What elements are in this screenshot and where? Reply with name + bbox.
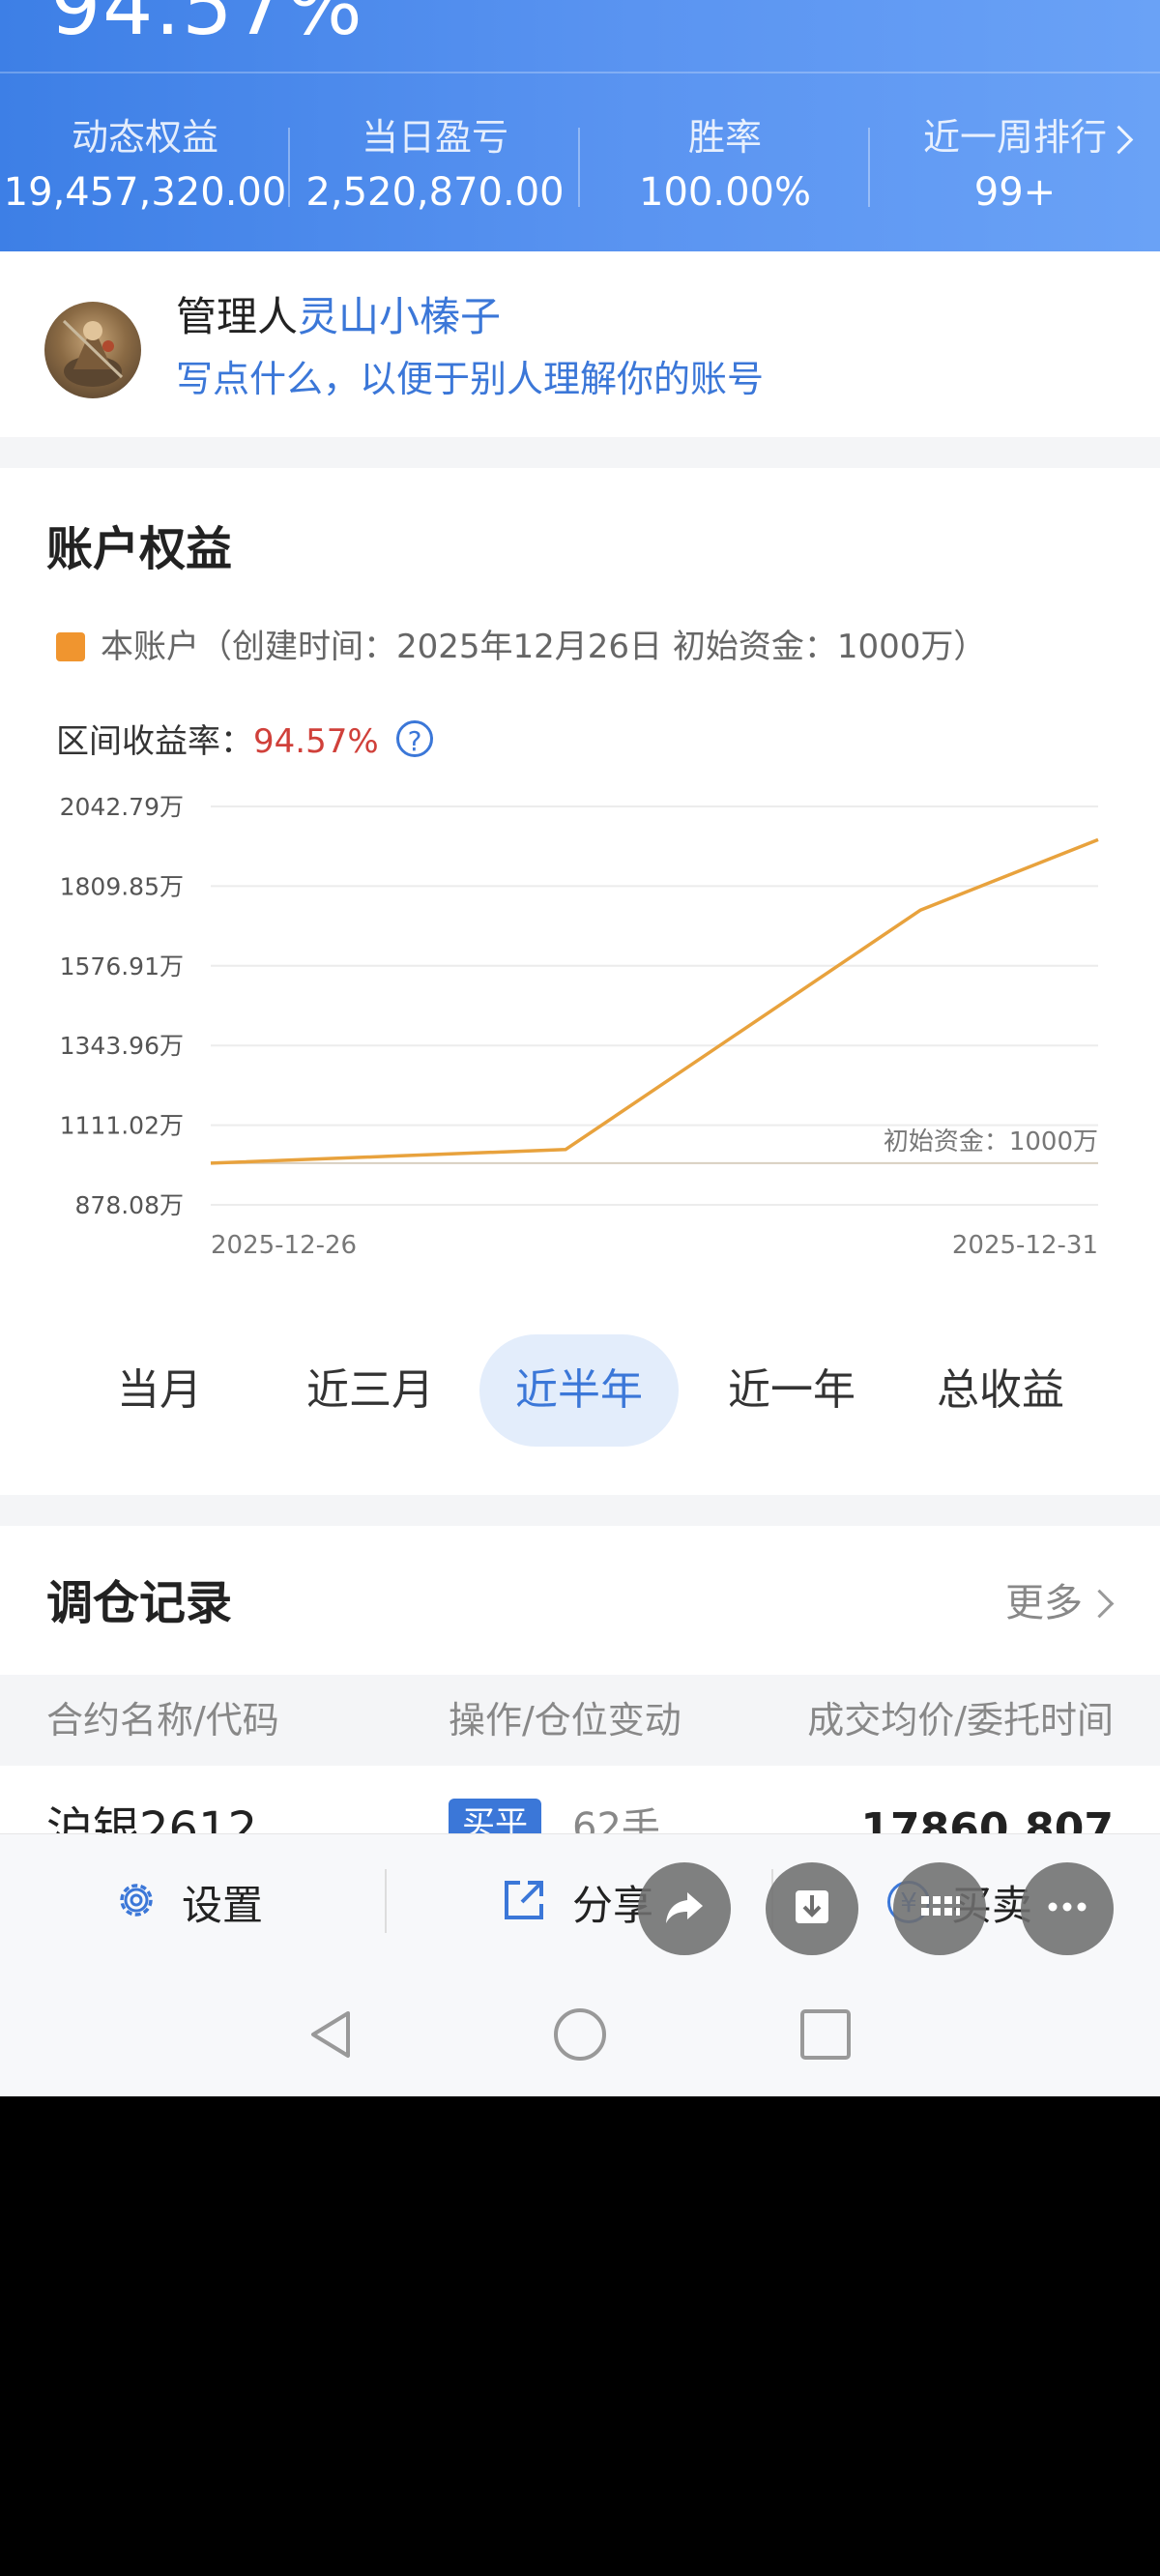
tab-three-months[interactable]: 近三月 <box>265 1334 476 1447</box>
range-return-value: 94.57% <box>253 722 379 761</box>
home-icon[interactable] <box>551 2007 609 2069</box>
system-nav-bar <box>0 1969 1160 2096</box>
period-tabs: 当月 近三月 近半年 近一年 总收益 <box>0 1334 1160 1450</box>
legend-swatch <box>56 632 85 661</box>
gear-icon <box>112 1876 160 1928</box>
y-tick-label: 1576.91万 <box>60 952 184 981</box>
tab-half-year[interactable]: 近半年 <box>479 1334 679 1447</box>
range-return-label: 区间收益率： <box>56 722 253 761</box>
tab-total-return[interactable]: 总收益 <box>895 1334 1106 1447</box>
manager-line: 管理人灵山小榛子 <box>176 292 501 342</box>
stat-value: 19,457,320.00 <box>3 170 287 215</box>
baseline-label: 初始资金：1000万 <box>884 1127 1098 1156</box>
forward-button[interactable] <box>638 1862 731 1955</box>
ellipsis-icon <box>1043 1883 1091 1935</box>
header-divider <box>0 72 1160 73</box>
stat-label: 动态权益 <box>71 116 218 159</box>
download-button[interactable] <box>766 1862 858 1955</box>
forward-icon <box>660 1883 709 1935</box>
series-line <box>210 837 1099 1165</box>
back-icon[interactable] <box>304 2007 358 2065</box>
tab-this-month[interactable]: 当月 <box>54 1334 265 1447</box>
x-tick-label: 2025-12-31 <box>952 1231 1098 1260</box>
equity-chart: 2042.79万 1809.85万 1576.91万 1343.96万 1111.02万… <box>60 793 1099 1260</box>
manager-description[interactable]: 写点什么，以便于别人理解你的账号 <box>176 356 764 402</box>
y-tick-label: 1111.02万 <box>60 1112 184 1140</box>
x-tick-label: 2025-12-26 <box>211 1231 357 1260</box>
tab-one-year[interactable]: 近一年 <box>686 1334 897 1447</box>
toolbar-divider <box>385 1869 387 1933</box>
chevron-right-icon[interactable] <box>1085 1589 1115 1619</box>
y-tick-label: 1809.85万 <box>60 872 184 900</box>
column-header: 操作/仓位变动 <box>449 1699 682 1742</box>
y-tick-label: 878.08万 <box>75 1191 184 1219</box>
records-title: 调仓记录 <box>46 1576 233 1630</box>
return-rate: 94.57% <box>50 0 364 53</box>
settings-button[interactable]: 设置 <box>112 1834 263 1970</box>
help-icon[interactable]: ? <box>396 720 433 757</box>
grid-icon <box>915 1883 964 1935</box>
column-header: 成交均价/委托时间 <box>807 1699 1114 1742</box>
column-header: 合约名称/代码 <box>46 1699 279 1742</box>
more-link[interactable]: 更多 <box>1005 1574 1083 1632</box>
stat-value: 99+ <box>973 170 1057 215</box>
download-icon <box>788 1883 836 1935</box>
bottom-toolbar: 设置 分享 ¥ 买卖 <box>0 1833 1160 1970</box>
settings-label: 设置 <box>182 1881 264 1929</box>
stat-dynamic-equity: 动态权益 19,457,320.00 <box>0 114 290 217</box>
share-icon <box>497 1873 551 1931</box>
equity-title: 账户权益 <box>46 522 233 576</box>
recent-apps-icon[interactable] <box>798 2007 853 2065</box>
stat-label: 当日盈亏 <box>361 116 508 159</box>
manager-prefix: 管理人 <box>176 293 299 340</box>
stat-win-rate: 胜率 100.00% <box>580 114 870 217</box>
y-tick-label: 1343.96万 <box>60 1032 184 1060</box>
share-button[interactable]: 分享 <box>497 1834 653 1970</box>
grid-button[interactable] <box>893 1862 986 1955</box>
records-table-header: 合约名称/代码 操作/仓位变动 成交均价/委托时间 <box>0 1675 1160 1766</box>
stat-label: 胜率 <box>687 116 762 159</box>
manager-name[interactable]: 灵山小榛子 <box>298 293 501 340</box>
avatar[interactable] <box>44 302 141 398</box>
stat-value: 2,520,870.00 <box>305 170 565 215</box>
range-return: 区间收益率：94.57% <box>56 717 379 766</box>
manager-card: 管理人灵山小榛子 写点什么，以便于别人理解你的账号 <box>0 251 1160 437</box>
y-tick-label: 2042.79万 <box>60 793 184 821</box>
summary-header: 94.57% 动态权益 19,457,320.00 当日盈亏 2,520,870… <box>0 0 1160 251</box>
app-screen: 94.57% 动态权益 19,457,320.00 当日盈亏 2,520,870… <box>0 0 1160 2096</box>
equity-card: 账户权益 本账户（创建时间：2025年12月26日 初始资金：1000万） 区间… <box>0 468 1160 1495</box>
stat-daily-pnl: 当日盈亏 2,520,870.00 <box>290 114 580 217</box>
more-options-button[interactable] <box>1021 1862 1114 1955</box>
legend-label: 本账户（创建时间：2025年12月26日 初始资金：1000万） <box>101 628 987 666</box>
stat-value: 100.00% <box>639 170 811 215</box>
